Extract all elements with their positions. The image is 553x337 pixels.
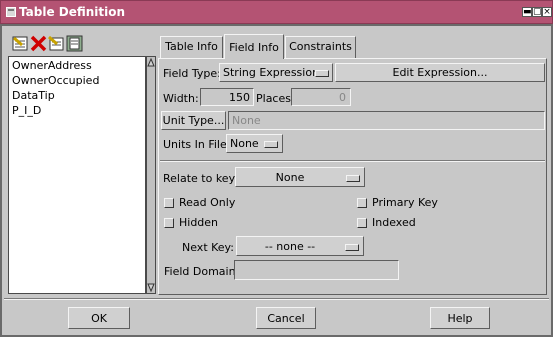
- delete-field-icon[interactable]: [30, 35, 47, 52]
- help-button-label: Help: [447, 312, 473, 325]
- field-list-scrollbar[interactable]: [146, 56, 156, 294]
- width-value: 150: [229, 91, 250, 104]
- edit-expression-button[interactable]: Edit Expression...: [335, 63, 545, 82]
- help-button[interactable]: Help: [430, 307, 490, 329]
- add-field-icon[interactable]: [12, 35, 29, 52]
- primary-key-checkbox[interactable]: [357, 198, 367, 208]
- edit-expression-label: Edit Expression...: [392, 66, 488, 79]
- places-field[interactable]: 0: [291, 88, 351, 106]
- units-in-file-label: Units In File:: [163, 138, 231, 151]
- close-icon[interactable]: ×: [542, 7, 552, 17]
- option-menu-indicator-icon: [264, 141, 278, 148]
- field-type-menu[interactable]: String Expression: [219, 63, 333, 82]
- button-area-divider: [4, 298, 549, 300]
- scroll-down-icon[interactable]: [147, 281, 155, 293]
- relate-to-key-menu[interactable]: None: [235, 167, 365, 187]
- option-menu-indicator-icon: [346, 175, 360, 182]
- read-only-label[interactable]: Read Only: [179, 196, 235, 209]
- list-item[interactable]: OwnerAddress: [12, 59, 92, 72]
- width-label: Width:: [163, 92, 199, 105]
- list-item[interactable]: P_I_D: [12, 104, 41, 117]
- option-menu-indicator-icon: [315, 70, 329, 77]
- hidden-checkbox[interactable]: [164, 218, 174, 228]
- primary-key-label[interactable]: Primary Key: [372, 196, 438, 209]
- unit-type-button-label: Unit Type...: [162, 114, 225, 127]
- units-in-file-menu[interactable]: None: [226, 134, 283, 153]
- unit-type-value: None: [232, 114, 261, 127]
- minimize-icon[interactable]: ▬: [522, 7, 532, 17]
- next-key-label: Next Key:: [182, 241, 234, 254]
- field-type-value: String Expression: [223, 66, 320, 79]
- relate-to-key-value: None: [275, 171, 305, 184]
- tab-field-info[interactable]: Field Info: [224, 34, 284, 59]
- table-view-icon[interactable]: [66, 35, 83, 52]
- option-menu-indicator-icon: [345, 244, 359, 251]
- maximize-icon[interactable]: ▢: [532, 7, 542, 17]
- read-only-checkbox[interactable]: [164, 198, 174, 208]
- field-domain-field[interactable]: [234, 260, 399, 280]
- width-field[interactable]: 150: [200, 88, 254, 106]
- places-label: Places:: [256, 92, 295, 105]
- indexed-label[interactable]: Indexed: [372, 216, 416, 229]
- indexed-checkbox[interactable]: [357, 218, 367, 228]
- unit-type-button[interactable]: Unit Type...: [161, 111, 226, 130]
- tab-table-info[interactable]: Table Info: [160, 36, 223, 58]
- ok-button-label: OK: [91, 312, 107, 325]
- tab-constraints[interactable]: Constraints: [285, 36, 356, 58]
- window-menu-icon[interactable]: [6, 7, 16, 17]
- field-type-label: Field Type:: [163, 67, 221, 80]
- hidden-label[interactable]: Hidden: [179, 216, 218, 229]
- next-key-value: -- none --: [264, 240, 316, 253]
- unit-type-field: None: [228, 111, 545, 130]
- window-titlebar[interactable]: Table Definition ▬ ▢ ×: [0, 0, 553, 24]
- field-list[interactable]: OwnerAddress OwnerOccupied DataTip P_I_D: [8, 56, 146, 294]
- cancel-button[interactable]: Cancel: [256, 307, 316, 329]
- insert-field-icon[interactable]: [48, 35, 65, 52]
- next-key-menu[interactable]: -- none --: [236, 236, 364, 256]
- relate-to-key-label: Relate to key:: [163, 172, 238, 185]
- section-divider: [160, 160, 545, 162]
- window-title: Table Definition: [19, 5, 126, 19]
- scroll-up-icon[interactable]: [147, 57, 155, 69]
- ok-button[interactable]: OK: [68, 307, 130, 329]
- list-item[interactable]: OwnerOccupied: [12, 74, 99, 87]
- units-in-file-value: None: [230, 137, 259, 150]
- list-item[interactable]: DataTip: [12, 89, 55, 102]
- places-value: 0: [339, 91, 346, 104]
- cancel-button-label: Cancel: [267, 312, 305, 325]
- field-domain-label: Field Domain:: [164, 265, 240, 278]
